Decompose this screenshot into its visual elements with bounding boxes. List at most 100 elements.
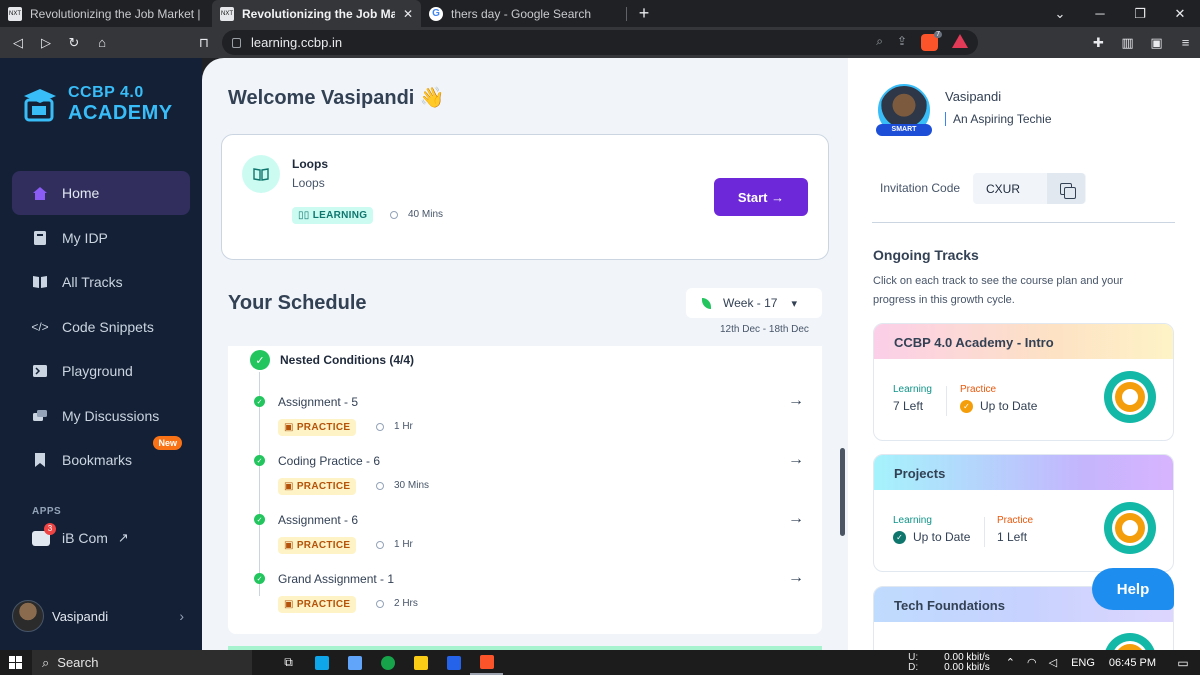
address-bar[interactable]: learning.ccbp.in ⌕ ⇪ 7 — [222, 30, 978, 55]
browser-tab-3[interactable]: G thers day - Google Search — [421, 0, 626, 27]
chevron-right-icon: › — [179, 608, 184, 624]
brave-rewards-icon[interactable] — [952, 34, 968, 48]
windows-start-icon[interactable] — [0, 656, 30, 669]
upload-speed: 0.00 kbit/s — [944, 651, 990, 663]
code-icon: </> — [31, 319, 49, 334]
reload-icon[interactable]: ↻ — [60, 35, 88, 51]
track-card-projects[interactable]: Projects Learning ✓ Up to Date Practice 1… — [873, 454, 1174, 572]
item-title: Assignment - 5 — [278, 395, 359, 409]
divider — [872, 222, 1175, 223]
browser-tab-2[interactable]: NXT Revolutionizing the Job Market | ✕ — [212, 0, 421, 27]
help-button[interactable]: Help — [1092, 568, 1174, 610]
smart-badge: SMART — [876, 124, 932, 136]
edge-icon[interactable] — [371, 650, 404, 675]
tab-search-chevron-icon[interactable]: ⌄ — [1040, 6, 1080, 22]
new-tab-icon[interactable]: + — [631, 3, 657, 24]
arrow-right-icon[interactable]: → — [788, 392, 804, 410]
check-circle-icon: ✓ — [250, 350, 270, 370]
topic-header[interactable]: ✓ Nested Conditions (4/4) — [250, 350, 414, 370]
sidebar-item-my-discussions[interactable]: My Discussions — [12, 394, 190, 438]
system-clock[interactable]: 06:45 PM — [1109, 657, 1156, 669]
sidebar-item-my-idp[interactable]: My IDP — [12, 216, 190, 260]
divider — [984, 517, 985, 547]
ccbp-logo[interactable]: CCBP 4.0 ACADEMY — [20, 84, 173, 124]
minimize-icon[interactable]: ─ — [1080, 6, 1120, 21]
vscode-icon[interactable] — [437, 650, 470, 675]
duration: 1 Hr — [376, 539, 413, 550]
home-page-icon[interactable]: ⌂ — [88, 35, 116, 50]
learning-status: Learning 7 Left — [893, 384, 932, 413]
wallet-icon[interactable]: ▣ — [1142, 35, 1171, 51]
practice-value: 1 Left — [997, 530, 1028, 544]
address-bar-actions: ⌕ ⇪ 7 — [876, 31, 968, 51]
menu-icon[interactable]: ≡ — [1171, 35, 1200, 50]
practice-tag: ▣ PRACTICE — [278, 419, 357, 436]
clock-icon — [376, 422, 384, 431]
duration-text: 1 Hr — [394, 421, 413, 432]
learning-label: Learning — [893, 384, 932, 395]
clipboard-icon: ▣ — [284, 481, 297, 492]
profile-name: Vasipandi — [945, 89, 1002, 104]
sidebar-item-code-snippets[interactable]: </> Code Snippets — [12, 305, 190, 349]
start-button[interactable]: Start → — [714, 178, 808, 216]
app-icon-1[interactable] — [305, 650, 338, 675]
external-link-icon: ↗ — [117, 530, 129, 545]
book-icon — [32, 274, 48, 290]
brave-browser-icon[interactable] — [470, 650, 503, 675]
sidebar-item-all-tracks[interactable]: All Tracks — [12, 260, 190, 304]
app-icon-2[interactable] — [338, 650, 371, 675]
graduation-cap-logo-icon — [20, 84, 60, 124]
duration: 1 Hr — [376, 421, 413, 432]
invitation-code-box: CXUR — [973, 173, 1086, 204]
sidebar: CCBP 4.0 ACADEMY Home My IDP All Tracks … — [0, 58, 202, 650]
extensions-icon[interactable]: ✚ — [1084, 35, 1113, 51]
language-indicator[interactable]: ENG — [1071, 657, 1095, 669]
week-dropdown[interactable]: Week - 17 ▾ — [686, 288, 822, 318]
item-title: Assignment - 6 — [278, 513, 359, 527]
main-scrollbar[interactable] — [840, 448, 845, 536]
week-range: 12th Dec - 18th Dec — [720, 324, 809, 335]
arrow-right-icon[interactable]: → — [788, 569, 804, 587]
download-speed: 0.00 kbit/s — [944, 661, 990, 673]
speaker-icon[interactable]: ◁ — [1049, 656, 1057, 669]
forward-icon[interactable]: ▷ — [32, 35, 60, 51]
sidebar-toggle-icon[interactable]: ▥ — [1113, 35, 1142, 51]
wifi-icon[interactable]: ◠ — [1027, 656, 1037, 669]
list-item[interactable]: ✓ Assignment - 5 ▣ PRACTICE 1 Hr → — [254, 392, 804, 447]
arrow-right-icon[interactable]: → — [788, 510, 804, 528]
chevron-up-icon[interactable]: ⌃ — [1006, 656, 1015, 669]
arrow-right-icon[interactable]: → — [788, 451, 804, 469]
google-favicon-icon: G — [429, 6, 443, 21]
home-icon — [32, 185, 48, 201]
app-item-ib-com[interactable]: 3 iB Com ↗ — [32, 522, 129, 546]
list-item[interactable]: ✓ Grand Assignment - 1 ▣ PRACTICE 2 Hrs … — [254, 569, 804, 624]
sidebar-item-playground[interactable]: Playground — [12, 349, 190, 393]
copy-button[interactable] — [1047, 173, 1085, 204]
file-explorer-icon[interactable] — [404, 650, 437, 675]
brave-shields-icon[interactable]: 7 — [921, 31, 942, 51]
sidebar-item-bookmarks[interactable]: Bookmarks New — [12, 436, 190, 482]
topic-title: Loops — [292, 157, 328, 171]
learning-status: Learning ✓ Up to Date — [893, 515, 970, 544]
task-view-icon[interactable]: ⧉ — [272, 650, 305, 675]
item-title: Coding Practice - 6 — [278, 454, 381, 468]
taskbar-search[interactable]: ⌕ Search — [32, 650, 252, 675]
progress-ring-icon — [1104, 371, 1156, 423]
maximize-icon[interactable]: ❐ — [1120, 6, 1160, 22]
list-item[interactable]: ✓ Coding Practice - 6 ▣ PRACTICE 30 Mins… — [254, 451, 804, 506]
bookmark-page-icon[interactable]: ⊓ — [190, 35, 218, 51]
browser-tab-1[interactable]: NXT Revolutionizing the Job Market | Nxt… — [0, 0, 212, 27]
list-item[interactable]: ✓ Assignment - 6 ▣ PRACTICE 1 Hr → — [254, 510, 804, 565]
practice-tag: ▣ PRACTICE — [278, 596, 357, 613]
share-icon[interactable]: ⇪ — [897, 34, 907, 51]
avatar — [12, 600, 44, 632]
track-card-academy-intro[interactable]: CCBP 4.0 Academy - Intro Learning 7 Left… — [873, 323, 1174, 441]
invitation-code-label: Invitation Code — [880, 181, 961, 195]
sidebar-item-home[interactable]: Home — [12, 171, 190, 215]
close-tab-icon[interactable]: ✕ — [403, 7, 413, 21]
zoom-search-icon[interactable]: ⌕ — [876, 34, 883, 51]
notification-icon[interactable]: ▭ — [1166, 656, 1200, 670]
close-window-icon[interactable]: ✕ — [1160, 6, 1200, 22]
back-icon[interactable]: ◁ — [4, 35, 32, 51]
user-profile-menu[interactable]: Vasipandi › — [12, 600, 190, 632]
